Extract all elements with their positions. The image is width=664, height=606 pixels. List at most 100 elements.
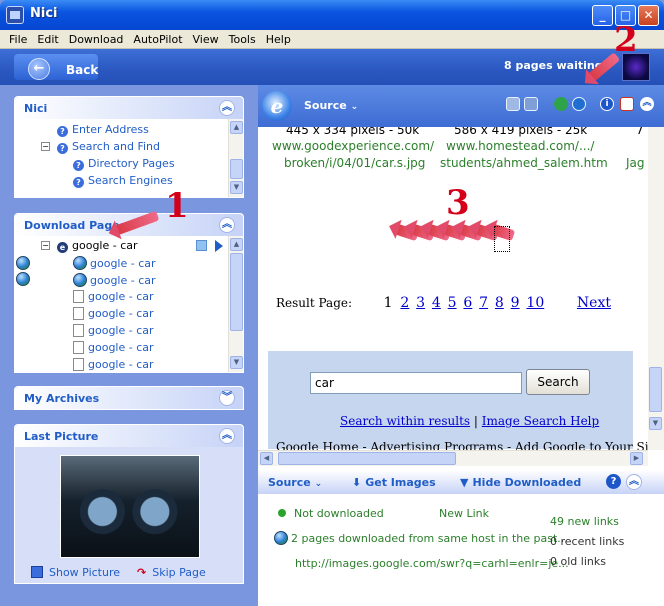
nici-scrollbar[interactable]: ▲ ▼ <box>228 119 243 197</box>
window-sync-icon[interactable] <box>506 97 520 111</box>
skip-page-link[interactable]: ↷ Skip Page <box>137 566 206 579</box>
browser-vertical-scrollbar[interactable]: ▼ <box>648 127 664 450</box>
info-icon[interactable]: i <box>600 97 614 111</box>
page-link-10[interactable]: 10 <box>526 295 544 311</box>
link-status-area: Not downloaded New Link 2 pages download… <box>258 494 664 606</box>
download-item[interactable]: google - car <box>73 273 156 287</box>
collapse-chevron-icon[interactable]: ︽ <box>640 97 654 111</box>
scroll-up-icon[interactable]: ▲ <box>230 121 243 134</box>
download-root-item[interactable]: e google - car <box>57 239 138 253</box>
expand-chevron-icon[interactable]: ︾ <box>219 390 235 406</box>
nici-panel-header[interactable]: Nici ︽ <box>15 97 243 119</box>
page-link-8[interactable]: 8 <box>495 295 504 311</box>
bottom-source-menu[interactable]: Source ⌄ <box>268 476 322 489</box>
menu-download[interactable]: Download <box>64 33 129 46</box>
image-result-url[interactable]: www.homestead.com/.../ <box>446 139 594 153</box>
scroll-thumb[interactable] <box>649 367 662 412</box>
menu-help[interactable]: Help <box>261 33 296 46</box>
footer-text: Google Home - Advertising Programs - Add… <box>276 440 648 450</box>
image-result-url[interactable]: www.goodexperience.com/ <box>272 139 434 153</box>
link-url[interactable]: http://images.google.com/swr?q=carhl=enl… <box>295 557 569 570</box>
image-result-url[interactable]: Jag <box>626 156 645 170</box>
status-globe-icon <box>16 272 30 286</box>
collapse-chevron-icon[interactable]: ︽ <box>219 428 235 444</box>
collapse-chevron-icon[interactable]: ︽ <box>219 217 235 233</box>
close-button[interactable]: ✕ <box>638 5 659 26</box>
enter-address-label: Enter Address <box>72 123 149 136</box>
my-archives-header[interactable]: My Archives ︾ <box>15 387 243 409</box>
nav-directory-pages[interactable]: ? Directory Pages <box>73 157 175 171</box>
download-item[interactable]: google - car <box>73 290 154 303</box>
document-icon <box>73 358 84 371</box>
nav-search-and-find[interactable]: ? Search and Find <box>57 140 160 154</box>
page-link-6[interactable]: 6 <box>463 295 472 311</box>
last-picture-thumbnail[interactable] <box>60 455 200 558</box>
menu-tools[interactable]: Tools <box>224 33 261 46</box>
last-picture-header[interactable]: Last Picture ︽ <box>15 425 243 447</box>
image-result-url[interactable]: students/ahmed_salem.htm <box>440 156 608 170</box>
search-within-results-link[interactable]: Search within results <box>340 414 470 428</box>
link-icon[interactable] <box>524 97 538 111</box>
page-link-4[interactable]: 4 <box>432 295 441 311</box>
fullscreen-icon[interactable] <box>620 97 634 111</box>
source-menu[interactable]: Source ⌄ <box>304 99 358 112</box>
download-item[interactable]: google - car <box>73 256 156 270</box>
page-link-9[interactable]: 9 <box>511 295 520 311</box>
search-button[interactable]: Search <box>526 369 590 395</box>
scroll-down-icon[interactable]: ▼ <box>649 417 662 430</box>
scroll-thumb[interactable] <box>230 159 243 179</box>
download-pages-scrollbar[interactable]: ▲ ▼ <box>228 236 243 372</box>
nav-search-engines[interactable]: ? Search Engines <box>73 174 173 188</box>
tree-expander[interactable]: − <box>41 142 50 151</box>
page-link-5[interactable]: 5 <box>448 295 457 311</box>
tree-expander[interactable]: − <box>41 241 50 250</box>
page-link-2[interactable]: 2 <box>400 295 409 311</box>
menu-file[interactable]: File <box>4 33 32 46</box>
scroll-thumb[interactable] <box>278 452 456 465</box>
image-result-url[interactable]: broken/i/04/01/car.s.jpg <box>284 156 425 170</box>
document-icon <box>73 307 84 320</box>
last-picture-panel: Last Picture ︽ Show Picture ↷ Skip Page <box>14 424 244 584</box>
scroll-left-icon[interactable]: ◀ <box>260 452 273 465</box>
nici-panel: Nici ︽ ? Enter Address − ? Search and Find… <box>14 96 244 198</box>
hide-downloaded-button[interactable]: ▼ Hide Downloaded <box>460 476 581 489</box>
get-images-button[interactable]: ⬇ Get Images <box>352 476 436 489</box>
not-downloaded-status: Not downloaded <box>278 507 384 520</box>
page-link-3[interactable]: 3 <box>416 295 425 311</box>
my-archives-title: My Archives <box>24 392 100 405</box>
nici-panel-title: Nici <box>24 102 48 115</box>
browser-pane: e Source ⌄ i ︽ 445 x 334 pixels - 50k 58… <box>258 85 664 470</box>
minimize-button[interactable]: _ <box>592 5 613 26</box>
download-item-label: google - car <box>88 307 154 320</box>
search-input[interactable] <box>310 372 522 394</box>
browser-horizontal-scrollbar[interactable]: ◀ ▶ <box>258 450 648 466</box>
menu-view[interactable]: View <box>188 33 224 46</box>
window-icon[interactable] <box>196 240 207 251</box>
download-item[interactable]: google - car <box>73 358 154 371</box>
scroll-down-icon[interactable]: ▼ <box>230 181 243 194</box>
download-item[interactable]: google - car <box>73 324 154 337</box>
connect-icon[interactable] <box>554 97 568 111</box>
help-icon: ? <box>73 177 84 188</box>
download-item[interactable]: google - car <box>73 341 154 354</box>
show-picture-link[interactable]: Show Picture <box>31 566 120 579</box>
scroll-thumb[interactable] <box>230 253 243 331</box>
filter-icon: ▼ <box>460 476 469 489</box>
collapse-chevron-icon[interactable]: ︽ <box>626 474 642 490</box>
scroll-right-icon[interactable]: ▶ <box>630 452 643 465</box>
page-link-7[interactable]: 7 <box>479 295 488 311</box>
help-icon[interactable]: ? <box>606 474 621 489</box>
next-page-link[interactable]: Next <box>577 295 611 311</box>
collapse-chevron-icon[interactable]: ︽ <box>219 100 235 116</box>
browser-logo-icon: e <box>262 91 292 121</box>
image-search-help-link[interactable]: Image Search Help <box>482 414 599 428</box>
back-button[interactable]: ← Back <box>14 54 98 80</box>
menu-autopilot[interactable]: AutoPilot <box>128 33 187 46</box>
play-icon[interactable] <box>215 240 223 252</box>
explorer-icon[interactable] <box>572 97 586 111</box>
scroll-down-icon[interactable]: ▼ <box>230 356 243 369</box>
menu-edit[interactable]: Edit <box>32 33 63 46</box>
scroll-up-icon[interactable]: ▲ <box>230 238 243 251</box>
download-item[interactable]: google - car <box>73 307 154 320</box>
nav-enter-address[interactable]: ? Enter Address <box>57 123 149 137</box>
